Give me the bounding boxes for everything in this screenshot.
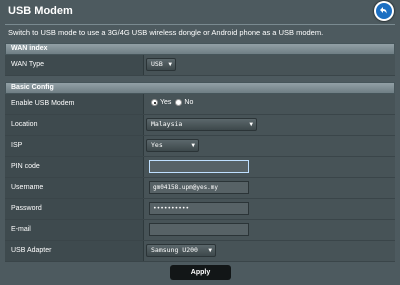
- chevron-down-icon: ▼: [191, 142, 195, 149]
- usb-adapter-value: Samsung U200: [151, 246, 198, 254]
- section-header-basic-config: Basic Config: [5, 82, 395, 94]
- username-input[interactable]: gm04158.upm@yes.my: [149, 181, 249, 194]
- chevron-down-icon: ▼: [208, 247, 212, 254]
- enable-usb-modem-label: Enable USB Modem: [5, 94, 144, 114]
- row-wan-type: WAN Type USB ▼: [5, 55, 395, 76]
- row-password: Password ••••••••••: [5, 199, 395, 220]
- location-label: Location: [5, 115, 144, 135]
- chevron-down-icon: ▼: [249, 121, 253, 128]
- isp-select[interactable]: Yes ▼: [146, 139, 199, 152]
- email-input[interactable]: [149, 223, 249, 236]
- radio-yes[interactable]: [151, 99, 158, 106]
- row-isp: ISP Yes ▼: [5, 136, 395, 157]
- row-usb-adapter: USB Adapter Samsung U200 ▼: [5, 241, 395, 262]
- password-label: Password: [5, 199, 144, 219]
- wan-type-label: WAN Type: [5, 55, 144, 75]
- radio-no-label: No: [184, 99, 194, 106]
- title-bar: USB Modem: [0, 0, 400, 24]
- radio-yes-label: Yes: [160, 99, 172, 106]
- password-input[interactable]: ••••••••••: [149, 202, 249, 215]
- isp-value: Yes: [151, 141, 163, 149]
- row-pin-code: PIN code: [5, 157, 395, 178]
- wan-type-value: USB: [151, 60, 163, 68]
- page-title: USB Modem: [8, 5, 73, 17]
- usb-adapter-select[interactable]: Samsung U200 ▼: [146, 244, 216, 257]
- pin-code-input[interactable]: [149, 160, 249, 173]
- row-location: Location Malaysia ▼: [5, 115, 395, 136]
- radio-no[interactable]: [175, 99, 183, 106]
- row-email: E-mail: [5, 220, 395, 241]
- pin-code-label: PIN code: [5, 157, 144, 177]
- usb-adapter-label: USB Adapter: [5, 241, 144, 261]
- back-arrow-icon: [376, 3, 392, 19]
- section-header-wan-index: WAN index: [5, 43, 395, 55]
- enable-usb-modem-radio-group: Yes No: [151, 99, 197, 106]
- title-divider: [5, 24, 395, 25]
- back-button[interactable]: [374, 1, 394, 21]
- wan-type-select[interactable]: USB ▼: [146, 58, 176, 71]
- email-label: E-mail: [5, 220, 144, 240]
- row-username: Username gm04158.upm@yes.my: [5, 178, 395, 199]
- location-value: Malaysia: [151, 120, 183, 128]
- location-select[interactable]: Malaysia ▼: [146, 118, 257, 131]
- chevron-down-icon: ▼: [168, 61, 172, 68]
- row-enable-usb-modem: Enable USB Modem Yes No: [5, 94, 395, 115]
- page-description: Switch to USB mode to use a 3G/4G USB wi…: [8, 28, 324, 37]
- apply-button[interactable]: Apply: [170, 265, 231, 280]
- username-label: Username: [5, 178, 144, 198]
- isp-label: ISP: [5, 136, 144, 156]
